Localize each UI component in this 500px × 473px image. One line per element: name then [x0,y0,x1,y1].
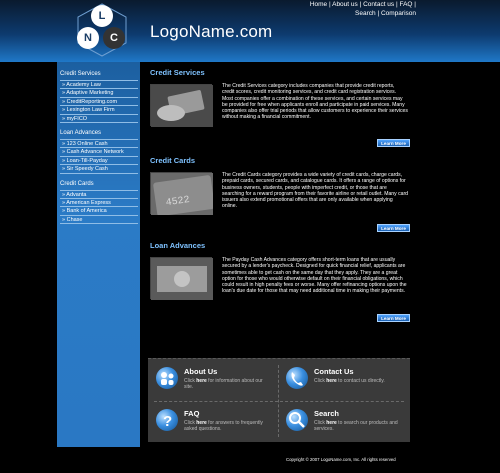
loan-advances-photo [150,257,213,300]
svg-text:?: ? [163,413,172,430]
top-navigation: Home | About us | Contact us | FAQ | Sea… [309,1,416,17]
nav-contact-link[interactable]: Contact us [363,1,394,8]
footer-search-title[interactable]: Search [314,409,339,418]
footer-faq: ? FAQ Click here for answers to frequent… [150,405,276,441]
footer-search-here-link[interactable]: here [326,420,337,426]
logo-mark: L N C [74,2,130,58]
footer-contact-us-title[interactable]: Contact Us [314,367,354,376]
people-icon [156,367,178,389]
credit-cards-photo: 4522 [150,172,215,217]
footer-about-us: About Us Click here for information abou… [150,363,276,399]
footer-faq-description: Click here for answers to frequently ask… [184,420,263,433]
credit-card-image-icon: 4522 [151,173,215,217]
nav-comparison-link[interactable]: Comparison [381,10,416,17]
cash-image-icon [151,258,213,300]
sidebar-item-academy-law[interactable]: Academy Law [60,81,138,90]
sidebar: Credit Services Academy Law Adaptive Mar… [57,62,140,447]
sidebar-list-credit-services: Academy Law Adaptive Marketing CreditRep… [60,80,138,123]
sidebar-heading-credit-services: Credit Services [60,71,101,77]
section-title-credit-services: Credit Services [150,68,205,77]
footer-faq-here-link[interactable]: here [196,420,207,426]
footer-faq-title[interactable]: FAQ [184,409,199,418]
sidebar-item-cash-advance-network[interactable]: Cash Advance Network [60,148,138,157]
copyright-text: Copyright © 2007 LogoName.com, Inc. All … [286,457,396,462]
footer-contact-us-here-link[interactable]: here [326,378,337,384]
logo-letter-right: C [103,27,125,49]
phone-icon [286,367,308,389]
footer-search-description: Click here to search our products and se… [314,420,398,433]
learn-more-credit-cards-button[interactable]: Learn More [377,224,410,232]
hand-card-image-icon [151,85,213,127]
sidebar-item-myfico[interactable]: myFICO [60,115,138,123]
footer-contact-us: Contact Us Click here to contact us dire… [280,363,406,399]
sidebar-item-loan-till-payday[interactable]: Loan-Till-Payday [60,157,138,166]
footer-info-box: About Us Click here for information abou… [148,358,410,442]
sidebar-item-creditreporting[interactable]: CreditReporting.com [60,98,138,107]
logo-letter-left: N [77,27,99,49]
nav-faq-link[interactable]: FAQ [399,1,412,8]
section-text-credit-cards: The Credit Cards category provides a wid… [222,172,408,210]
logo-letter-top: L [91,5,113,27]
nav-about-link[interactable]: About us [332,1,358,8]
footer-about-us-here-link[interactable]: here [196,378,207,384]
sidebar-item-chase[interactable]: Chase [60,216,138,225]
credit-services-photo [150,84,213,127]
section-text-credit-services: The Credit Services category includes co… [222,83,408,121]
sidebar-item-advanta[interactable]: Advanta [60,191,138,199]
sidebar-list-credit-cards: Advanta American Express Bank of America… [60,189,138,225]
nav-search-link[interactable]: Search [355,10,376,17]
learn-more-loan-advances-button[interactable]: Learn More [377,314,410,322]
learn-more-credit-services-button[interactable]: Learn More [377,139,410,147]
sidebar-item-bank-of-america[interactable]: Bank of America [60,207,138,216]
footer-contact-us-description: Click here to contact us directly. [314,378,385,384]
sidebar-item-american-express[interactable]: American Express [60,199,138,208]
section-title-loan-advances: Loan Advances [150,241,206,250]
sidebar-item-lexington-law[interactable]: Lexington Law Firm [60,106,138,115]
sidebar-heading-credit-cards: Credit Cards [60,180,94,187]
sidebar-item-adaptive-marketing[interactable]: Adaptive Marketing [60,89,138,98]
section-text-loan-advances: The Payday Cash Advances category offers… [222,257,407,295]
sidebar-list-loan-advances: 123 Online Cash Cash Advance Network Loa… [60,138,138,174]
header: L N C LogoName.com Home | About us | Con… [0,0,500,62]
question-icon: ? [156,409,178,431]
footer-search: Search Click here to search our products… [280,405,406,441]
footer-divider-horizontal [154,401,404,402]
sidebar-item-123-online-cash[interactable]: 123 Online Cash [60,140,138,149]
footer-about-us-description: Click here for information about our sit… [184,378,263,391]
magnifier-icon [286,409,308,431]
sidebar-heading-loan-advances: Loan Advances [60,129,102,136]
section-title-credit-cards: Credit Cards [150,156,196,165]
site-logo-text[interactable]: LogoName.com [150,22,272,42]
sidebar-item-sir-speedy-cash[interactable]: Sir Speedy Cash [60,165,138,174]
nav-home-link[interactable]: Home [310,1,327,8]
footer-about-us-title[interactable]: About Us [184,367,217,376]
